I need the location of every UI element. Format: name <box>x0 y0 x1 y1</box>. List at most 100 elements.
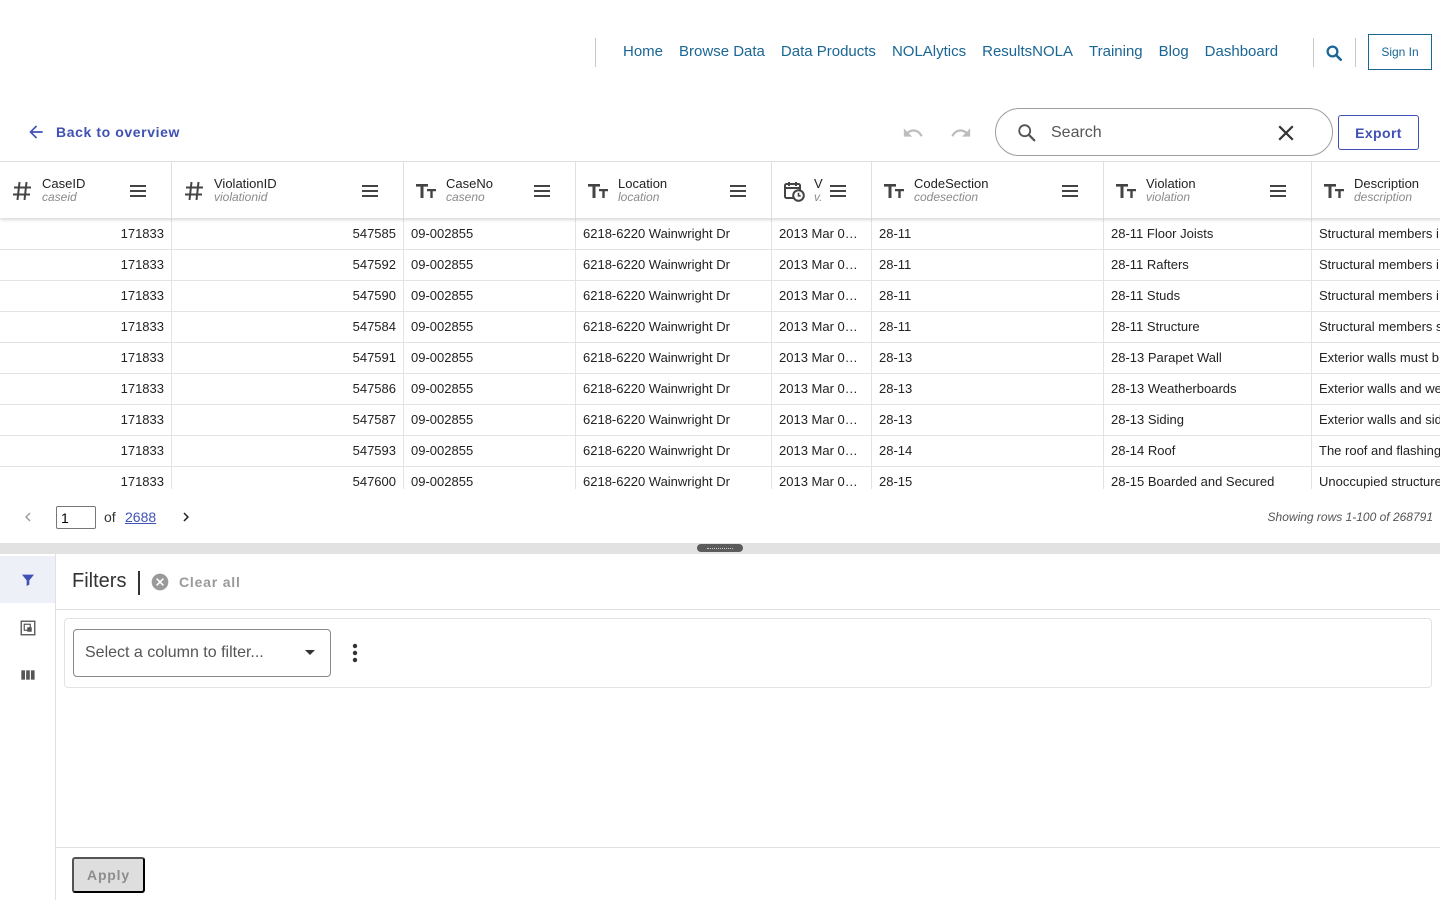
rail-columns-button[interactable] <box>0 651 55 698</box>
column-field-name: codesection <box>914 190 979 204</box>
table-cell: 2013 Mar 06 ... <box>772 405 872 436</box>
nav-divider <box>1313 38 1314 67</box>
sign-in-button[interactable]: Sign In <box>1368 34 1432 70</box>
table-cell: 09-002855 <box>404 250 576 281</box>
table-cell: 2013 Mar 06 ... <box>772 250 872 281</box>
nav-link-blog[interactable]: Blog <box>1151 42 1197 62</box>
rail-grouping-button[interactable] <box>0 604 55 651</box>
table-cell: 28-13 Siding <box>1104 405 1312 436</box>
table-cell: 28-11 <box>872 219 1104 250</box>
table-row[interactable]: 171833 547593 09-002855 6218-6220 Wainwrigh… <box>0 436 1440 467</box>
column-title: Description <box>1354 176 1420 191</box>
table-row[interactable]: 171833 547591 09-002855 6218-6220 Wainwrigh… <box>0 343 1440 374</box>
table-row[interactable]: 171833 547592 09-002855 6218-6220 Wainwrigh… <box>0 250 1440 281</box>
column-field-name: caseid <box>42 190 77 204</box>
column-header[interactable]: ViolationID violationid <box>172 162 404 218</box>
table-cell: 09-002855 <box>404 405 576 436</box>
text-type-icon <box>414 179 438 203</box>
arrow-left-icon <box>29 125 43 139</box>
text-type-icon <box>1322 179 1346 203</box>
table-cell: 28-14 Roof <box>1104 436 1312 467</box>
side-rail <box>0 554 56 900</box>
table-row[interactable]: 171833 547584 09-002855 6218-6220 Wainwrigh… <box>0 312 1440 343</box>
filter-row: Select a column to filter... <box>64 618 1432 688</box>
clear-all-button[interactable]: Clear all <box>150 572 241 592</box>
grouping-icon <box>20 620 35 635</box>
back-label: Back to overview <box>56 124 180 140</box>
column-header[interactable]: CaseID caseid <box>0 162 172 218</box>
apply-button[interactable]: Apply <box>72 857 145 893</box>
column-header[interactable]: Location location <box>576 162 772 218</box>
table-cell: 09-002855 <box>404 467 576 489</box>
table-cell: 6218-6220 Wainwright Dr <box>576 312 772 343</box>
column-select-dropdown[interactable]: Select a column to filter... <box>73 629 331 677</box>
table-cell: 28-11 <box>872 281 1104 312</box>
nav-link-browse-data[interactable]: Browse Data <box>671 42 773 62</box>
table-cell: Exterior walls and we <box>1312 374 1440 405</box>
nav-link-data-products[interactable]: Data Products <box>773 42 884 62</box>
column-header[interactable]: CaseNo caseno <box>404 162 576 218</box>
search-icon <box>1018 124 1036 142</box>
data-grid: CaseID caseid ViolationID violationid CaseNo… <box>0 161 1440 489</box>
grid-search-input[interactable] <box>1051 121 1251 145</box>
column-header[interactable]: Violation violation <box>1104 162 1312 218</box>
table-cell: 2013 Mar 06 ... <box>772 436 872 467</box>
filters-header: Filters Clear all <box>56 554 1440 610</box>
table-row[interactable]: 171833 547590 09-002855 6218-6220 Wainwrigh… <box>0 281 1440 312</box>
table-row[interactable]: 171833 547585 09-002855 6218-6220 Wainwrigh… <box>0 219 1440 250</box>
table-cell: 28-13 <box>872 374 1104 405</box>
table-cell: 09-002855 <box>404 436 576 467</box>
next-page-button[interactable] <box>174 505 198 529</box>
nav-link-resultsnola[interactable]: ResultsNOLA <box>974 42 1081 62</box>
nav-links: Home Browse Data Data Products NOLAlytic… <box>615 42 1286 62</box>
page-number-input[interactable] <box>56 506 96 529</box>
total-pages-link[interactable]: 2688 <box>125 509 156 525</box>
column-header[interactable]: Description description <box>1312 162 1440 218</box>
redo-icon <box>951 128 971 137</box>
table-row[interactable]: 171833 547600 09-002855 6218-6220 Wainwrigh… <box>0 467 1440 489</box>
undo-button[interactable] <box>899 120 927 146</box>
previous-page-button[interactable] <box>16 505 40 529</box>
nav-link-training[interactable]: Training <box>1081 42 1151 62</box>
clear-search-button[interactable] <box>1274 121 1298 145</box>
table-cell: 2013 Mar 06 ... <box>772 343 872 374</box>
number-icon <box>182 179 206 203</box>
table-cell: 171833 <box>0 343 172 374</box>
table-cell: 547587 <box>172 405 404 436</box>
table-cell: 171833 <box>0 467 172 489</box>
filter-icon <box>21 574 34 586</box>
nav-link-dashboard[interactable]: Dashboard <box>1197 42 1286 62</box>
search-icon[interactable] <box>1320 40 1348 66</box>
column-menu-icon[interactable] <box>826 179 850 203</box>
table-cell: 547585 <box>172 219 404 250</box>
table-cell: 6218-6220 Wainwright Dr <box>576 467 772 489</box>
nav-link-home[interactable]: Home <box>615 42 671 62</box>
redo-button[interactable] <box>947 120 975 146</box>
column-menu-icon[interactable] <box>1058 179 1082 203</box>
table-cell: 28-13 Parapet Wall <box>1104 343 1312 374</box>
nav-link-nolalytics[interactable]: NOLAlytics <box>884 42 974 62</box>
splitter-drag-handle[interactable] <box>697 544 743 552</box>
table-cell: 28-11 Floor Joists <box>1104 219 1312 250</box>
calendar-clock-icon <box>782 179 806 203</box>
table-cell: 547592 <box>172 250 404 281</box>
rail-filters-button[interactable] <box>0 556 55 603</box>
back-to-overview-link[interactable]: Back to overview <box>26 122 180 142</box>
column-menu-icon[interactable] <box>358 179 382 203</box>
column-menu-icon[interactable] <box>530 179 554 203</box>
table-cell: 2013 Mar 06 ... <box>772 219 872 250</box>
column-menu-icon[interactable] <box>126 179 150 203</box>
column-header[interactable]: CodeSection codesection <box>872 162 1104 218</box>
top-navigation: Home Browse Data Data Products NOLAlytic… <box>0 0 1440 104</box>
filter-more-button[interactable] <box>343 641 367 665</box>
cancel-circle-icon <box>151 573 169 591</box>
table-row[interactable]: 171833 547587 09-002855 6218-6220 Wainwrigh… <box>0 405 1440 436</box>
column-header[interactable]: Vv. <box>772 162 872 218</box>
column-menu-icon[interactable] <box>1266 179 1290 203</box>
column-menu-icon[interactable] <box>726 179 750 203</box>
table-row[interactable]: 171833 547586 09-002855 6218-6220 Wainwrigh… <box>0 374 1440 405</box>
column-title: CodeSection <box>914 176 989 191</box>
table-cell: 547600 <box>172 467 404 489</box>
export-button[interactable]: Export <box>1338 115 1419 150</box>
clear-all-label: Clear all <box>179 574 241 590</box>
